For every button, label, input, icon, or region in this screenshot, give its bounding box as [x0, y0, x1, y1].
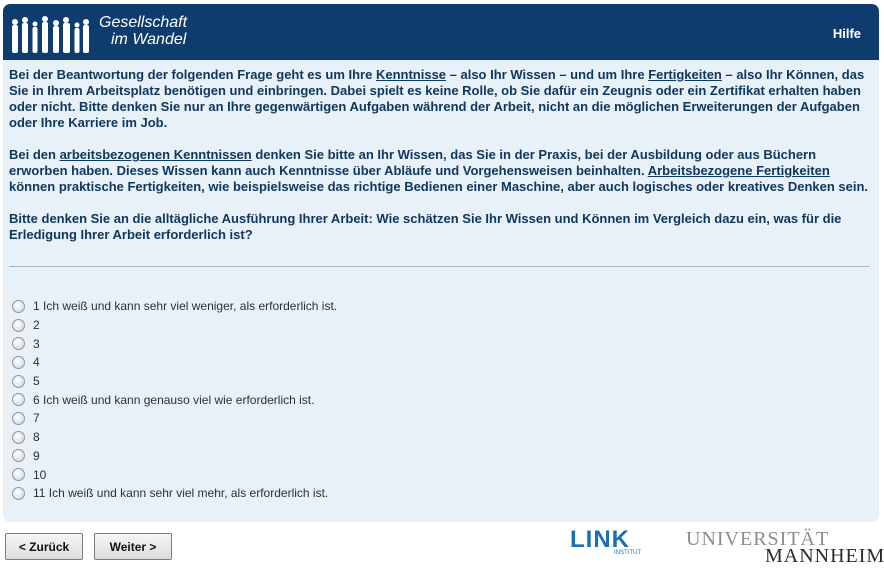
option-8[interactable]: 8: [12, 428, 337, 447]
question-divider: [9, 266, 869, 267]
radio-button[interactable]: [12, 355, 25, 369]
arbeitsbezogene-fertigkeiten-link[interactable]: Arbeitsbezogene Fertigkeiten: [648, 163, 830, 178]
option-label: 11 Ich weiß und kann sehr viel mehr, als…: [33, 486, 329, 501]
radio-button[interactable]: [12, 411, 25, 425]
radio-button[interactable]: [12, 449, 25, 463]
intro-text: – also Ihr Wissen – und um Ihre: [446, 67, 649, 82]
radio-button[interactable]: [12, 468, 25, 482]
instructions: Bei der Beantwortung der folgenden Frage…: [9, 67, 869, 259]
option-label: 8: [33, 430, 40, 445]
kenntnisse-link[interactable]: Kenntnisse: [376, 67, 446, 82]
intro-paragraph-2: Bei den arbeitsbezogenen Kenntnissen den…: [9, 147, 869, 195]
radio-button[interactable]: [12, 430, 25, 444]
option-1[interactable]: 1 Ich weiß und kann sehr viel weniger, a…: [12, 297, 337, 316]
option-7[interactable]: 7: [12, 409, 337, 428]
intro-paragraph-1: Bei der Beantwortung der folgenden Frage…: [9, 67, 869, 131]
intro-text: können praktische Fertigkeiten, wie beis…: [9, 179, 869, 194]
option-label: 1 Ich weiß und kann sehr viel weniger, a…: [33, 299, 338, 314]
link-logo-text: LINK: [570, 526, 630, 553]
option-3[interactable]: 3: [12, 334, 337, 353]
option-label: 10: [33, 467, 47, 482]
radio-button[interactable]: [12, 337, 25, 351]
option-2[interactable]: 2: [12, 316, 337, 335]
option-4[interactable]: 4: [12, 353, 337, 372]
option-5[interactable]: 5: [12, 372, 337, 391]
logo-text-line1: Gesellschaft: [99, 14, 188, 31]
option-label: 7: [33, 411, 40, 426]
radio-button[interactable]: [12, 299, 25, 313]
option-11[interactable]: 11 Ich weiß und kann sehr viel mehr, als…: [12, 484, 337, 503]
link-logo-subtext: INSTITUT: [614, 550, 641, 556]
intro-text: Bei der Beantwortung der folgenden Frage…: [9, 67, 376, 82]
option-label: 6 Ich weiß und kann genauso viel wie erf…: [33, 392, 315, 407]
next-button[interactable]: Weiter >: [94, 533, 172, 560]
intro-text: Bei den: [9, 147, 60, 162]
option-6[interactable]: 6 Ich weiß und kann genauso viel wie erf…: [12, 390, 337, 409]
back-button[interactable]: < Zurück: [5, 533, 83, 560]
radio-button[interactable]: [12, 374, 25, 388]
option-label: 9: [33, 448, 40, 463]
header-bar: Gesellschaft im Wandel Hilfe: [3, 4, 879, 60]
option-label: 2: [33, 318, 40, 333]
option-label: 3: [33, 336, 40, 351]
radio-button[interactable]: [12, 486, 25, 500]
link-institut-logo: LINK INSTITUT: [570, 526, 641, 557]
option-label: 5: [33, 374, 40, 389]
people-silhouettes-icon: [12, 16, 89, 53]
arbeitsbezogene-kenntnisse-link[interactable]: arbeitsbezogenen Kenntnissen: [60, 147, 252, 162]
fertigkeiten-link[interactable]: Fertigkeiten: [648, 67, 722, 82]
option-10[interactable]: 10: [12, 465, 337, 484]
answer-options: 1 Ich weiß und kann sehr viel weniger, a…: [12, 297, 337, 503]
radio-button[interactable]: [12, 393, 25, 407]
help-link[interactable]: Hilfe: [833, 26, 861, 41]
university-logo-line2: MANNHEIM: [765, 545, 884, 567]
question-text: Bitte denken Sie an die alltägliche Ausf…: [9, 211, 842, 242]
radio-button[interactable]: [12, 318, 25, 332]
logo-text-line2: im Wandel: [111, 31, 187, 48]
option-9[interactable]: 9: [12, 447, 337, 466]
option-label: 4: [33, 355, 40, 370]
